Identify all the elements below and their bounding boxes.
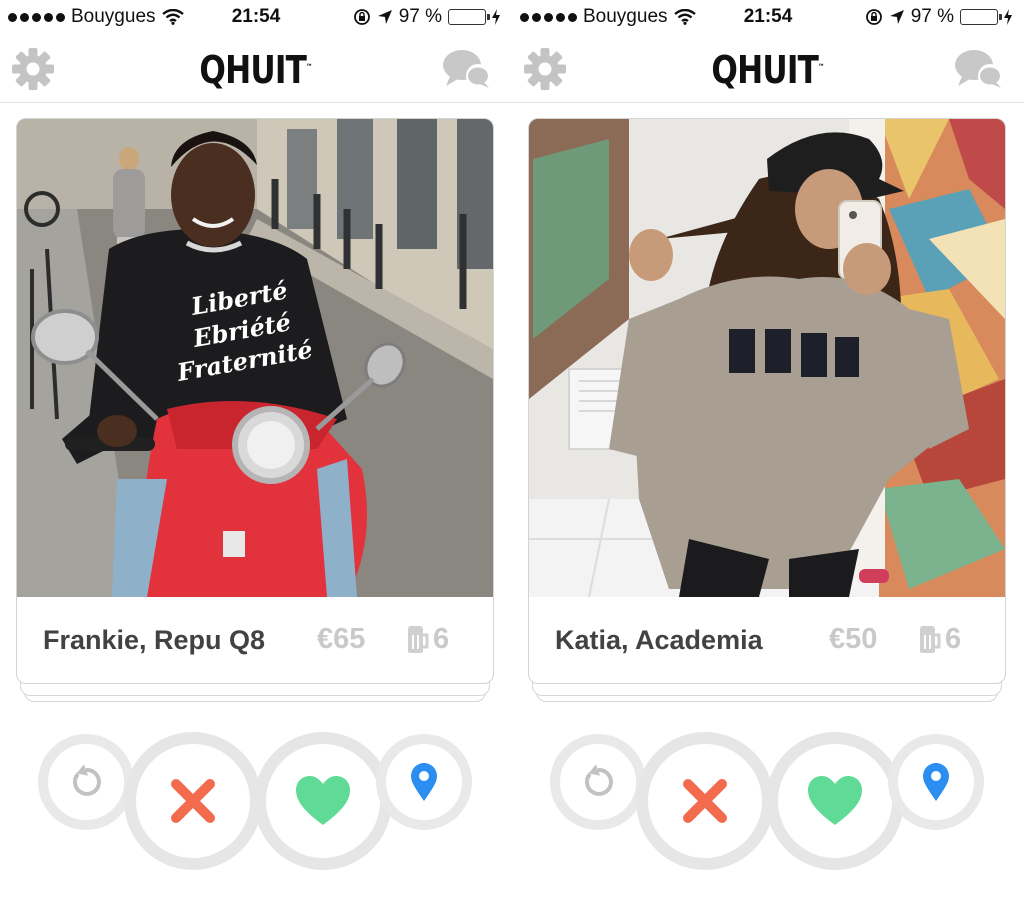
profile-name: Katia, Academia <box>555 625 763 655</box>
action-bar <box>512 728 1024 878</box>
x-icon <box>683 779 727 823</box>
location-button[interactable] <box>376 734 472 830</box>
profile-card[interactable]: Liberté Ebriété Fraternité Frankie, Repu… <box>16 118 494 684</box>
phone-screen-left: Bouygues 21:54 97 % QHUIT™ Liberté Ebrié… <box>0 0 512 904</box>
app-logo: QHUIT™ <box>711 48 825 92</box>
profile-name: Frankie, Repu Q8 <box>43 625 266 655</box>
chat-bubbles-icon[interactable] <box>442 48 492 90</box>
heart-icon <box>808 776 862 825</box>
x-icon <box>171 779 215 823</box>
charging-bolt-icon <box>492 9 500 25</box>
charging-bolt-icon <box>1004 9 1012 25</box>
status-bar: Bouygues 21:54 97 % <box>0 0 512 34</box>
undo-icon <box>584 764 613 796</box>
price-label: €50 <box>829 623 878 655</box>
chat-bubbles-icon[interactable] <box>954 48 1004 90</box>
location-button[interactable] <box>888 734 984 830</box>
beer-count-value: 6 <box>945 623 962 655</box>
app-logo: QHUIT™ <box>199 48 313 92</box>
phone-screen-right: Bouygues 21:54 97 % QHUIT™ Katia, Academ… <box>512 0 1024 904</box>
battery-icon <box>448 9 490 25</box>
undo-button[interactable] <box>550 734 646 830</box>
profile-caption: Frankie, Repu Q8 €65 6 <box>17 597 493 683</box>
location-pin-icon <box>923 763 949 801</box>
beer-count-value: 6 <box>433 623 450 655</box>
undo-button[interactable] <box>38 734 134 830</box>
like-button[interactable] <box>766 732 904 870</box>
rotation-lock-icon <box>353 9 370 25</box>
like-button[interactable] <box>254 732 392 870</box>
nope-button[interactable] <box>124 732 262 870</box>
beer-mug-icon <box>408 625 429 653</box>
profile-photo: Liberté Ebriété Fraternité <box>17 119 493 597</box>
profile-card-stack[interactable]: Liberté Ebriété Fraternité Frankie, Repu… <box>16 118 494 702</box>
location-arrow-icon <box>377 10 392 24</box>
price-label: €65 <box>317 623 366 655</box>
profile-photo <box>529 119 1005 597</box>
profile-caption: Katia, Academia €50 6 <box>529 597 1005 683</box>
profile-card-stack[interactable]: Katia, Academia €50 6 <box>528 118 1006 702</box>
status-bar: Bouygues 21:54 97 % <box>512 0 1024 34</box>
nav-bar: QHUIT™ <box>512 34 1024 103</box>
rotation-lock-icon <box>865 9 882 25</box>
nope-button[interactable] <box>636 732 774 870</box>
location-arrow-icon <box>889 10 904 24</box>
battery-icon <box>960 9 1002 25</box>
beer-count: 6 <box>919 623 961 656</box>
battery-percent: 97 % <box>398 6 442 27</box>
action-bar <box>0 728 512 878</box>
nav-bar: QHUIT™ <box>0 34 512 103</box>
location-pin-icon <box>411 763 437 801</box>
beer-mug-icon <box>920 625 941 653</box>
profile-card[interactable]: Katia, Academia €50 6 <box>528 118 1006 684</box>
battery-percent: 97 % <box>910 6 954 27</box>
beer-count: 6 <box>407 623 449 656</box>
undo-icon <box>72 764 101 796</box>
heart-icon <box>296 776 350 825</box>
